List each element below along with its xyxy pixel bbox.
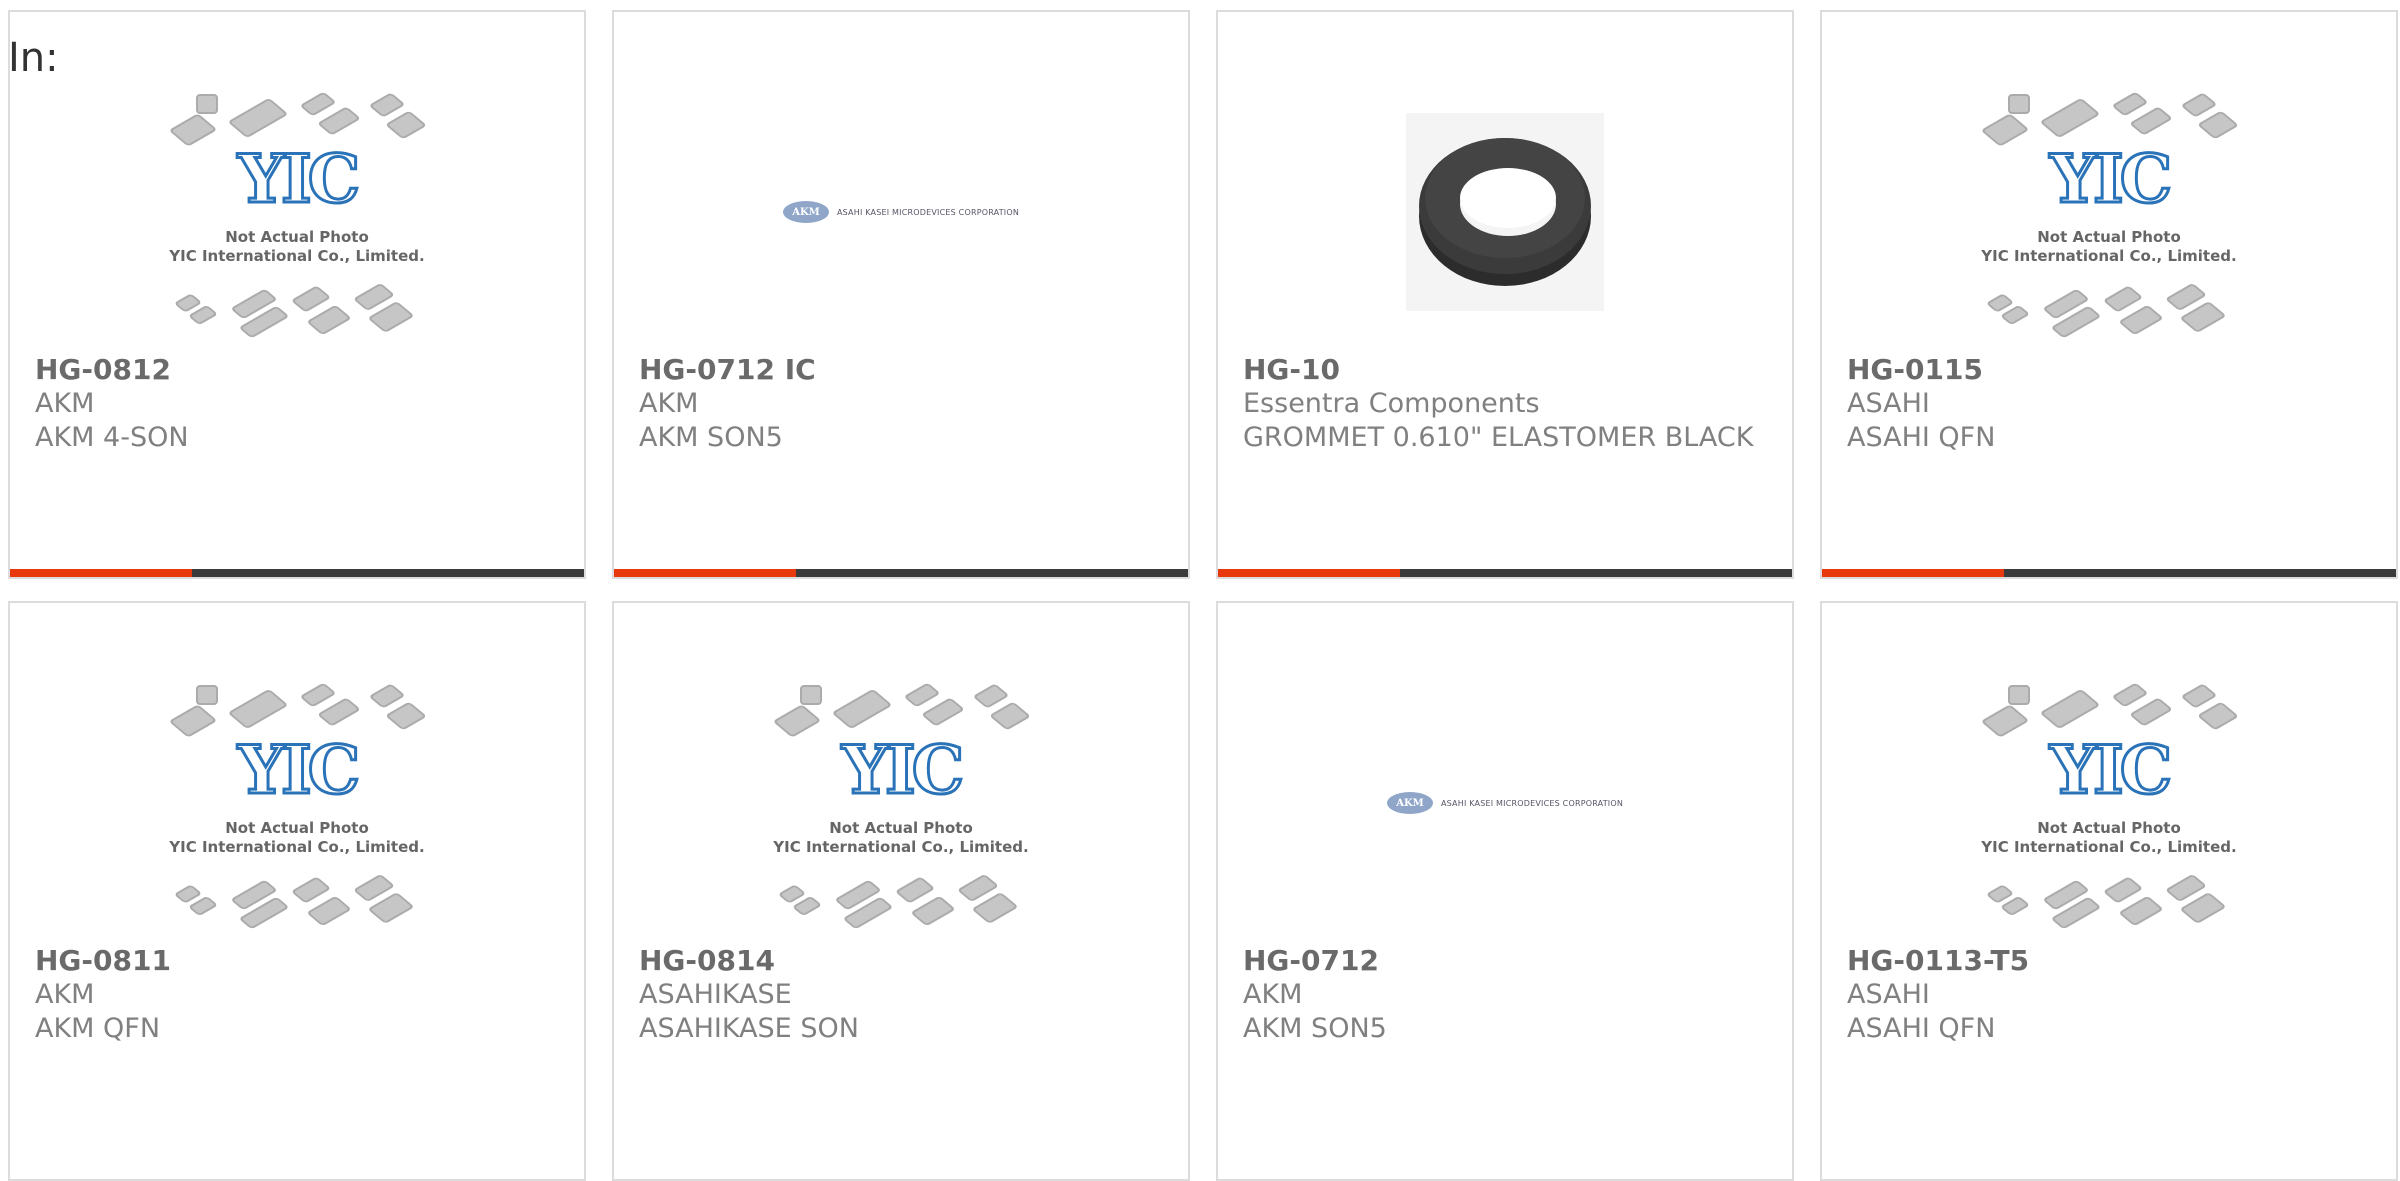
- yic-placeholder-image: YIC Not Actual Photo YIC International C…: [162, 682, 432, 930]
- product-card[interactable]: YIC Not Actual Photo YIC International C…: [1820, 10, 2398, 579]
- manufacturer: AKM: [35, 979, 95, 1010]
- yic-logo: YIC: [840, 731, 966, 809]
- product-image[interactable]: YIC Not Actual Photo YIC International C…: [1822, 659, 2396, 947]
- yic-logo: YIC: [236, 731, 362, 809]
- yic-logo: YIC: [236, 140, 362, 218]
- akm-banner-image: AKM ASAHI KASEI MICRODEVICES CORPORATION: [782, 201, 1019, 223]
- grommet-photo: [1406, 113, 1604, 311]
- placeholder-note: Not Actual Photo YIC International Co., …: [1981, 819, 2237, 856]
- product-card[interactable]: YIC Not Actual Photo YIC International C…: [8, 10, 586, 579]
- grommet-icon: [1419, 138, 1591, 286]
- card-bar: [614, 569, 1188, 577]
- manufacturer: AKM: [1243, 979, 1303, 1010]
- description: ASAHIKASE SON: [639, 1013, 859, 1044]
- product-image[interactable]: YIC Not Actual Photo YIC International C…: [10, 659, 584, 947]
- part-number[interactable]: HG-0113-T5: [1847, 943, 2376, 978]
- placeholder-note: Not Actual Photo YIC International Co., …: [169, 819, 425, 856]
- product-grid: YIC Not Actual Photo YIC International C…: [8, 10, 2398, 1181]
- part-number[interactable]: HG-0811: [35, 943, 564, 978]
- product-image[interactable]: YIC Not Actual Photo YIC International C…: [10, 68, 584, 356]
- manufacturer: AKM: [639, 388, 699, 419]
- yic-logo: YIC: [2048, 140, 2174, 218]
- product-image[interactable]: AKM ASAHI KASEI MICRODEVICES CORPORATION: [1218, 659, 1792, 947]
- description: ASAHI QFN: [1847, 1013, 1996, 1044]
- product-card[interactable]: AKM ASAHI KASEI MICRODEVICES CORPORATION…: [1216, 601, 1794, 1181]
- part-number[interactable]: HG-0812: [35, 352, 564, 387]
- placeholder-note: Not Actual Photo YIC International Co., …: [169, 228, 425, 265]
- product-image[interactable]: YIC Not Actual Photo YIC International C…: [1822, 68, 2396, 356]
- product-card[interactable]: HG-10 Essentra Components GROMMET 0.610"…: [1216, 10, 1794, 579]
- manufacturer: ASAHI: [1847, 979, 1930, 1010]
- description: AKM 4-SON: [35, 422, 189, 453]
- yic-placeholder-image: YIC Not Actual Photo YIC International C…: [766, 682, 1036, 930]
- part-number[interactable]: HG-0115: [1847, 352, 2376, 387]
- part-number[interactable]: HG-0712 IC: [639, 352, 1168, 387]
- in-label: In:: [8, 35, 59, 81]
- akm-logo-icon: AKM: [782, 201, 829, 223]
- part-number[interactable]: HG-0712: [1243, 943, 1772, 978]
- card-bar: [10, 569, 584, 577]
- part-number[interactable]: HG-0814: [639, 943, 1168, 978]
- product-card[interactable]: AKM ASAHI KASEI MICRODEVICES CORPORATION…: [612, 10, 1190, 579]
- manufacturer: ASAHI: [1847, 388, 1930, 419]
- description: AKM QFN: [35, 1013, 161, 1044]
- manufacturer: Essentra Components: [1243, 388, 1540, 419]
- description: GROMMET 0.610" ELASTOMER BLACK: [1243, 422, 1754, 453]
- yic-placeholder-image: YIC Not Actual Photo YIC International C…: [1974, 682, 2244, 930]
- yic-placeholder-image: YIC Not Actual Photo YIC International C…: [162, 91, 432, 339]
- description: AKM SON5: [1243, 1013, 1387, 1044]
- manufacturer: ASAHIKASE: [639, 979, 792, 1010]
- akm-banner-image: AKM ASAHI KASEI MICRODEVICES CORPORATION: [1386, 792, 1623, 814]
- card-bar: [1218, 569, 1792, 577]
- part-number[interactable]: HG-10: [1243, 352, 1772, 387]
- yic-logo: YIC: [2048, 731, 2174, 809]
- product-card[interactable]: YIC Not Actual Photo YIC International C…: [612, 601, 1190, 1181]
- description: AKM SON5: [639, 422, 783, 453]
- product-image[interactable]: [1218, 68, 1792, 356]
- product-image[interactable]: YIC Not Actual Photo YIC International C…: [614, 659, 1188, 947]
- placeholder-note: Not Actual Photo YIC International Co., …: [773, 819, 1029, 856]
- description: ASAHI QFN: [1847, 422, 1996, 453]
- akm-logo-icon: AKM: [1386, 792, 1433, 814]
- product-card[interactable]: YIC Not Actual Photo YIC International C…: [1820, 601, 2398, 1181]
- product-card[interactable]: YIC Not Actual Photo YIC International C…: [8, 601, 586, 1181]
- placeholder-note: Not Actual Photo YIC International Co., …: [1981, 228, 2237, 265]
- yic-placeholder-image: YIC Not Actual Photo YIC International C…: [1974, 91, 2244, 339]
- card-bar: [1822, 569, 2396, 577]
- product-image[interactable]: AKM ASAHI KASEI MICRODEVICES CORPORATION: [614, 68, 1188, 356]
- manufacturer: AKM: [35, 388, 95, 419]
